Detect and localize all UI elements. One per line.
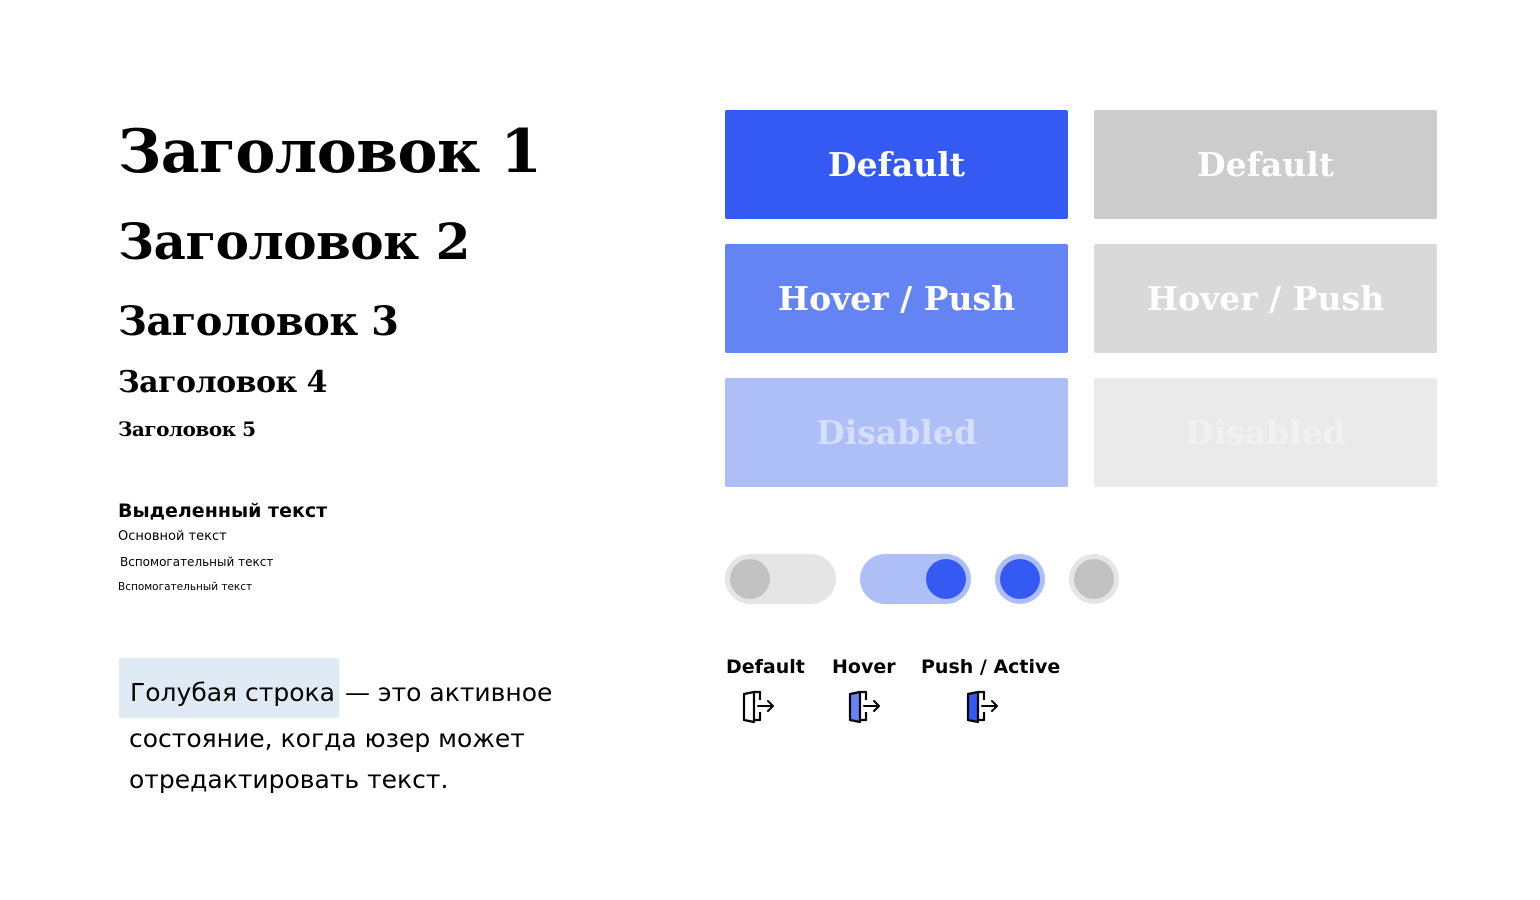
primary-button-disabled[interactable]: Disabled [725, 378, 1068, 487]
icon-state-label-hover: Hover [832, 656, 896, 678]
highlighted-editable-line[interactable]: Голубая строка [119, 658, 339, 718]
radio-button-unselected[interactable] [1069, 554, 1119, 604]
heading-1-sample: Заголовок 1 [118, 117, 542, 187]
toggle-switch-off[interactable] [725, 554, 836, 604]
editable-text-example: Голубая строка — это активное состояние, … [118, 658, 588, 800]
auxiliary-small-text-sample: Вспомогательный текст [118, 581, 253, 593]
primary-button-hover[interactable]: Hover / Push [725, 244, 1068, 353]
paragraph-line-1: Голубая строка — это активное [118, 658, 588, 718]
radio-dot [1074, 559, 1114, 599]
main-text-sample: Основной текст [118, 529, 227, 544]
secondary-button-default[interactable]: Default [1094, 110, 1437, 219]
radio-button-selected[interactable] [995, 554, 1045, 604]
icon-state-label-push: Push / Active [921, 656, 1061, 678]
heading-2-sample: Заголовок 2 [118, 212, 470, 271]
toggle-knob [926, 559, 966, 599]
logout-door-icon[interactable] [846, 688, 882, 724]
logout-door-icon[interactable] [964, 688, 1000, 724]
auxiliary-text-sample: Вспомогательный текст [120, 555, 274, 569]
toggle-switch-on[interactable] [860, 554, 971, 604]
logout-door-icon[interactable] [740, 688, 776, 724]
toggle-knob [730, 559, 770, 599]
heading-5-sample: Заголовок 5 [118, 417, 256, 441]
paragraph-line-3: отредактировать текст. [129, 765, 449, 794]
bold-text-sample: Выделенный текст [118, 500, 328, 522]
icon-state-label-default: Default [726, 656, 805, 678]
radio-dot [1000, 559, 1040, 599]
paragraph-line-2: состояние, когда юзер может [129, 724, 525, 753]
primary-button-default[interactable]: Default [725, 110, 1068, 219]
heading-4-sample: Заголовок 4 [118, 365, 327, 400]
secondary-button-hover[interactable]: Hover / Push [1094, 244, 1437, 353]
secondary-button-disabled[interactable]: Disabled [1094, 378, 1437, 487]
heading-3-sample: Заголовок 3 [118, 298, 399, 345]
